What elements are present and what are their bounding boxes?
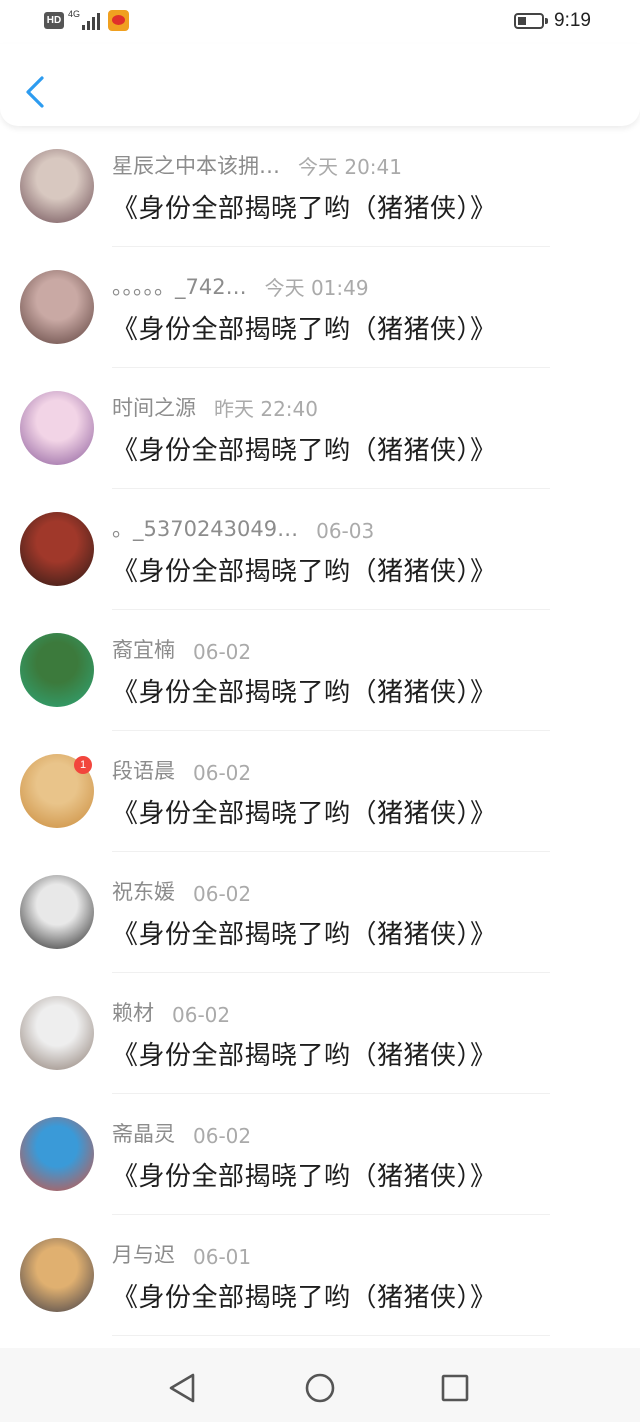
item-meta: 斋晶灵 06-02 [112, 1118, 251, 1148]
list-item[interactable]: 斋晶灵 06-02 《身份全部揭晓了哟（猪猪侠）》 [0, 1094, 640, 1215]
post-title[interactable]: 《身份全部揭晓了哟（猪猪侠）》 [112, 551, 497, 588]
navigation-bar [0, 1348, 640, 1422]
post-title[interactable]: 《身份全部揭晓了哟（猪猪侠）》 [112, 914, 497, 951]
user-name[interactable]: 。_5370243049… [112, 513, 298, 543]
item-meta: 段语晨 06-02 [112, 755, 251, 785]
avatar[interactable] [20, 996, 94, 1070]
user-name[interactable]: 星辰之中本该拥… [112, 150, 280, 180]
list-item[interactable]: 。_5370243049… 06-03 《身份全部揭晓了哟（猪猪侠）》 [0, 489, 640, 610]
list-item[interactable]: 月与迟 06-01 《身份全部揭晓了哟（猪猪侠）》 [0, 1215, 640, 1336]
timestamp: 06-02 [193, 1124, 252, 1148]
list-item[interactable]: 裔宜楠 06-02 《身份全部揭晓了哟（猪猪侠）》 [0, 610, 640, 731]
item-meta: 时间之源 昨天 22:40 [112, 392, 318, 422]
status-bar: HD 4G 9:19 [0, 0, 640, 44]
timestamp: 今天 01:49 [264, 276, 369, 300]
timestamp: 昨天 22:40 [214, 397, 318, 421]
chevron-left-icon [26, 76, 44, 108]
item-meta: 星辰之中本该拥… 今天 20:41 [112, 150, 402, 180]
signal-icon [82, 12, 102, 30]
item-meta: 裔宜楠 06-02 [112, 634, 251, 664]
avatar[interactable] [20, 875, 94, 949]
item-meta: 祝东媛 06-02 [112, 876, 251, 906]
timestamp: 06-02 [193, 761, 252, 785]
post-title[interactable]: 《身份全部揭晓了哟（猪猪侠）》 [112, 672, 497, 709]
post-title[interactable]: 《身份全部揭晓了哟（猪猪侠）》 [112, 188, 497, 225]
avatar[interactable] [20, 270, 94, 344]
timestamp: 06-03 [316, 519, 375, 543]
divider [112, 1335, 550, 1336]
weibo-notification-icon [108, 10, 129, 31]
header-bar [0, 44, 640, 126]
user-name[interactable]: 段语晨 [112, 755, 175, 785]
user-name[interactable]: 。。。。。_742… [112, 271, 247, 301]
network-indicator: 4G [68, 9, 81, 19]
unread-badge: 1 [74, 756, 92, 774]
post-title[interactable]: 《身份全部揭晓了哟（猪猪侠）》 [112, 1035, 497, 1072]
status-time: 9:19 [554, 10, 591, 31]
list-item[interactable]: 祝东媛 06-02 《身份全部揭晓了哟（猪猪侠）》 [0, 852, 640, 973]
post-title[interactable]: 《身份全部揭晓了哟（猪猪侠）》 [112, 1156, 497, 1193]
item-meta: 月与迟 06-01 [112, 1239, 251, 1269]
battery-icon [514, 13, 548, 29]
item-meta: 。。。。。_742… 今天 01:49 [112, 271, 369, 301]
avatar[interactable] [20, 1238, 94, 1312]
post-title[interactable]: 《身份全部揭晓了哟（猪猪侠）》 [112, 1277, 497, 1314]
back-button[interactable] [18, 72, 58, 112]
list-item[interactable]: 赖材 06-02 《身份全部揭晓了哟（猪猪侠）》 [0, 973, 640, 1094]
nav-back-button[interactable] [163, 1368, 203, 1408]
user-name[interactable]: 裔宜楠 [112, 634, 175, 664]
user-name[interactable]: 祝东媛 [112, 876, 175, 906]
user-name[interactable]: 月与迟 [112, 1239, 175, 1269]
timestamp: 今天 20:41 [298, 155, 402, 179]
post-title[interactable]: 《身份全部揭晓了哟（猪猪侠）》 [112, 793, 497, 830]
post-title[interactable]: 《身份全部揭晓了哟（猪猪侠）》 [112, 430, 497, 467]
triangle-back-icon [169, 1373, 195, 1403]
user-name[interactable]: 时间之源 [112, 392, 196, 422]
timestamp: 06-02 [193, 640, 252, 664]
timestamp: 06-02 [193, 882, 252, 906]
post-list: 星辰之中本该拥… 今天 20:41 《身份全部揭晓了哟（猪猪侠）》 。。。。。_742… [0, 126, 640, 1348]
avatar[interactable] [20, 633, 94, 707]
timestamp: 06-01 [193, 1245, 252, 1269]
user-name[interactable]: 赖材 [112, 997, 154, 1027]
nav-recents-button[interactable] [435, 1368, 475, 1408]
timestamp: 06-02 [172, 1003, 231, 1027]
circle-home-icon [305, 1373, 335, 1403]
hd-indicator: HD [44, 12, 64, 29]
avatar[interactable] [20, 1117, 94, 1191]
nav-home-button[interactable] [300, 1368, 340, 1408]
list-item[interactable]: 时间之源 昨天 22:40 《身份全部揭晓了哟（猪猪侠）》 [0, 368, 640, 489]
item-meta: 。_5370243049… 06-03 [112, 513, 374, 543]
avatar[interactable] [20, 149, 94, 223]
list-item[interactable]: 。。。。。_742… 今天 01:49 《身份全部揭晓了哟（猪猪侠）》 [0, 247, 640, 368]
avatar[interactable] [20, 512, 94, 586]
list-item[interactable]: 1 段语晨 06-02 《身份全部揭晓了哟（猪猪侠）》 [0, 731, 640, 852]
user-name[interactable]: 斋晶灵 [112, 1118, 175, 1148]
list-item[interactable]: 星辰之中本该拥… 今天 20:41 《身份全部揭晓了哟（猪猪侠）》 [0, 126, 640, 247]
avatar[interactable] [20, 391, 94, 465]
square-recents-icon [441, 1374, 469, 1402]
item-meta: 赖材 06-02 [112, 997, 230, 1027]
post-title[interactable]: 《身份全部揭晓了哟（猪猪侠）》 [112, 309, 497, 346]
